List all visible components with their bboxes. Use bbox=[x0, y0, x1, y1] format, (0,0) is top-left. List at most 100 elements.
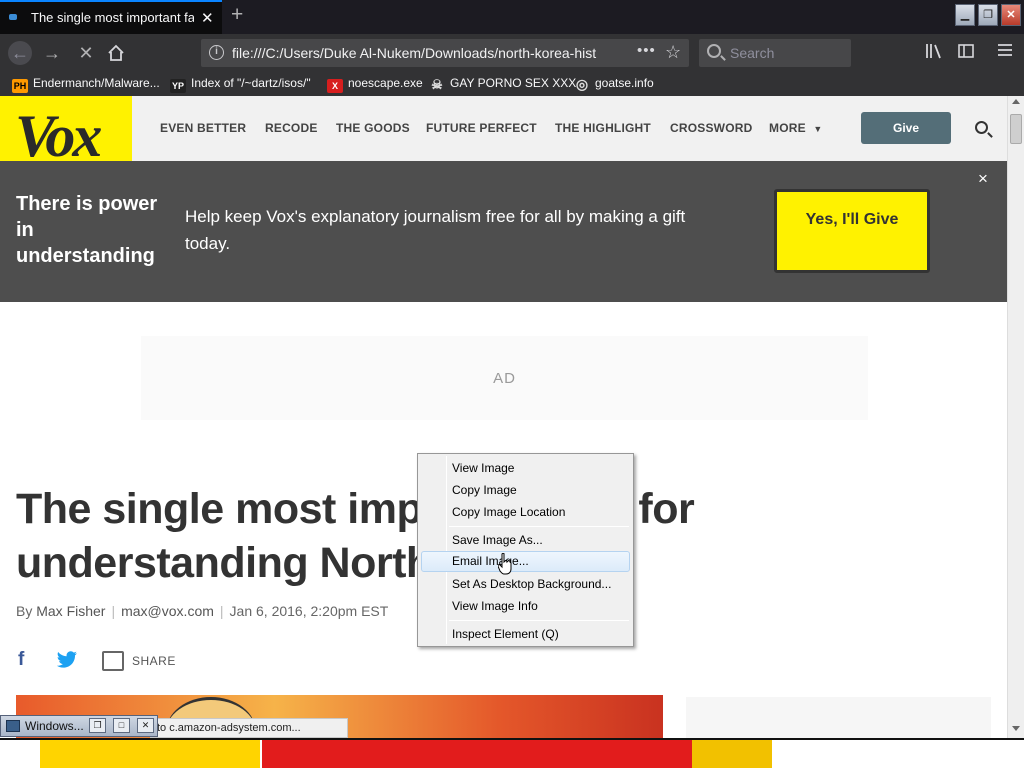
background-image-strip bbox=[0, 738, 1024, 768]
menu-separator bbox=[449, 526, 629, 527]
donate-button[interactable]: Yes, I'll Give bbox=[774, 189, 930, 273]
ad-label: AD bbox=[493, 370, 516, 387]
red-x-icon: X bbox=[327, 79, 343, 93]
home-icon bbox=[108, 44, 124, 61]
skull-icon: ☠ bbox=[431, 77, 443, 92]
stop-button[interactable]: ✕ bbox=[74, 41, 98, 65]
home-button[interactable] bbox=[104, 41, 128, 65]
menu-item-copy-image[interactable]: Copy Image bbox=[421, 480, 630, 501]
bookmark-label: GAY PORNO SEX XXX bbox=[450, 76, 577, 90]
globe-icon: ◎ bbox=[575, 76, 589, 92]
image-band bbox=[262, 738, 692, 768]
donation-banner: There is power in understanding Help kee… bbox=[0, 161, 1007, 302]
publish-date: Jan 6, 2016, 2:20pm EST bbox=[229, 603, 389, 619]
minimize-button[interactable]: ▁ bbox=[955, 4, 975, 26]
restore-icon[interactable]: ❐ bbox=[89, 718, 106, 733]
menu-item-label: Inspect Element (Q) bbox=[452, 627, 559, 641]
bookmark-star-icon[interactable]: ☆ bbox=[665, 42, 681, 63]
close-icon[interactable]: × bbox=[978, 169, 988, 189]
bookmark-item[interactable]: ☠ GAY PORNO SEX XXX bbox=[429, 76, 576, 93]
menu-item-label: Save Image As... bbox=[452, 533, 543, 547]
ycombinator-icon: YP bbox=[170, 79, 186, 93]
back-button[interactable]: ← bbox=[8, 41, 32, 65]
search-placeholder: Search bbox=[730, 45, 775, 61]
bookmark-label: Endermanch/Malware... bbox=[33, 76, 160, 90]
close-icon[interactable]: ✕ bbox=[137, 718, 154, 733]
maximize-icon[interactable]: □ bbox=[113, 718, 130, 733]
give-button[interactable]: Give bbox=[861, 112, 951, 144]
search-icon bbox=[707, 44, 721, 58]
bookmarks-toolbar: PH Endermanch/Malware... YP Index of "/~da… bbox=[0, 72, 1024, 96]
menu-item-email-image[interactable]: Email Image... bbox=[421, 551, 630, 572]
scroll-down-icon[interactable] bbox=[1012, 726, 1020, 731]
pornhub-icon: PH bbox=[12, 79, 28, 93]
share-label[interactable]: SHARE bbox=[132, 654, 176, 668]
minimized-window[interactable]: Windows... ❐ □ ✕ bbox=[0, 715, 158, 737]
share-icon[interactable] bbox=[102, 651, 124, 671]
menu-item-label: Email Image... bbox=[452, 554, 529, 568]
sidebar-box bbox=[686, 697, 991, 738]
image-band bbox=[40, 738, 260, 768]
article-headline: The single most important fact for under… bbox=[16, 485, 695, 587]
author-email-link[interactable]: max@vox.com bbox=[121, 603, 214, 619]
forward-button[interactable]: → bbox=[40, 41, 64, 65]
menu-item-view-image[interactable]: View Image bbox=[421, 458, 630, 479]
nav-more-label: MORE bbox=[769, 121, 806, 135]
bookmark-label: goatse.info bbox=[595, 76, 654, 90]
context-menu: View Image Copy Image Copy Image Locatio… bbox=[417, 453, 634, 647]
tab-close-icon[interactable]: ✕ bbox=[201, 9, 214, 27]
menu-item-label: Copy Image bbox=[452, 483, 517, 497]
hand-cursor-icon bbox=[498, 553, 512, 575]
library-icon[interactable] bbox=[925, 42, 943, 65]
menu-item-label: View Image Info bbox=[452, 599, 538, 613]
scroll-thumb[interactable] bbox=[1010, 114, 1022, 144]
info-icon[interactable]: i bbox=[209, 45, 224, 60]
byline: By Max Fisher | max@vox.com | Jan 6, 2016, 2… bbox=[16, 603, 388, 619]
window-icon bbox=[6, 720, 20, 732]
bookmark-item[interactable]: PH Endermanch/Malware... bbox=[12, 76, 160, 93]
sidebar-icon[interactable] bbox=[957, 42, 975, 65]
tab-strip: The single most important fact ✕ + ▁ ❐ ✕ bbox=[0, 0, 1024, 34]
menu-item-inspect-element[interactable]: Inspect Element (Q) bbox=[421, 624, 630, 645]
menu-item-set-desktop-background[interactable]: Set As Desktop Background... bbox=[421, 574, 630, 595]
search-icon[interactable] bbox=[975, 121, 988, 134]
banner-heading: There is power in understanding bbox=[16, 193, 158, 267]
nav-link[interactable]: CROSSWORD bbox=[670, 121, 752, 135]
nav-link[interactable]: RECODE bbox=[265, 121, 318, 135]
page-actions-icon[interactable]: ••• bbox=[637, 42, 656, 59]
menu-icon[interactable] bbox=[997, 42, 1013, 63]
url-text[interactable]: file:///C:/Users/Duke Al-Nukem/Downloads… bbox=[232, 45, 604, 61]
menu-item-copy-image-location[interactable]: Copy Image Location bbox=[421, 502, 630, 523]
author-link[interactable]: Max Fisher bbox=[36, 603, 105, 619]
byline-separator: | bbox=[111, 603, 116, 619]
menu-item-view-image-info[interactable]: View Image Info bbox=[421, 596, 630, 617]
tab-active[interactable]: The single most important fact ✕ bbox=[0, 0, 222, 34]
vertical-scrollbar[interactable] bbox=[1007, 96, 1024, 738]
close-window-button[interactable]: ✕ bbox=[1001, 4, 1021, 26]
minimized-window-title: Windows... bbox=[25, 719, 84, 733]
restore-button[interactable]: ❐ bbox=[978, 4, 998, 26]
nav-link[interactable]: FUTURE PERFECT bbox=[426, 121, 537, 135]
bookmark-item[interactable]: YP Index of "/~dartz/isos/" bbox=[170, 76, 311, 93]
twitter-icon[interactable] bbox=[56, 651, 78, 669]
facebook-icon[interactable]: f bbox=[18, 649, 24, 671]
image-edge bbox=[0, 738, 1024, 740]
bookmark-item[interactable]: ◎ goatse.info bbox=[574, 76, 654, 93]
chevron-down-icon: ▼ bbox=[813, 124, 823, 134]
nav-more[interactable]: MORE ▼ bbox=[769, 121, 822, 135]
scroll-up-icon[interactable] bbox=[1012, 99, 1020, 104]
new-tab-button[interactable]: + bbox=[231, 3, 243, 27]
status-bar: to c.amazon-adsystem.com... bbox=[150, 718, 348, 738]
favicon-icon bbox=[9, 14, 17, 20]
navigation-toolbar: ← → ✕ i file:///C:/Users/Duke Al-Nukem/D… bbox=[0, 34, 1024, 72]
menu-item-save-image-as[interactable]: Save Image As... bbox=[421, 530, 630, 551]
url-bar[interactable]: i file:///C:/Users/Duke Al-Nukem/Downloa… bbox=[201, 39, 689, 67]
image-band bbox=[772, 738, 1024, 768]
bookmark-item[interactable]: Xnoescape.exe bbox=[327, 76, 423, 93]
search-bar[interactable]: Search bbox=[699, 39, 851, 67]
site-header: EVEN BETTER RECODE THE GOODS FUTURE PERF… bbox=[0, 96, 1007, 161]
nav-link[interactable]: EVEN BETTER bbox=[160, 121, 246, 135]
menu-separator bbox=[449, 620, 629, 621]
nav-link[interactable]: THE HIGHLIGHT bbox=[555, 121, 651, 135]
nav-link[interactable]: THE GOODS bbox=[336, 121, 410, 135]
